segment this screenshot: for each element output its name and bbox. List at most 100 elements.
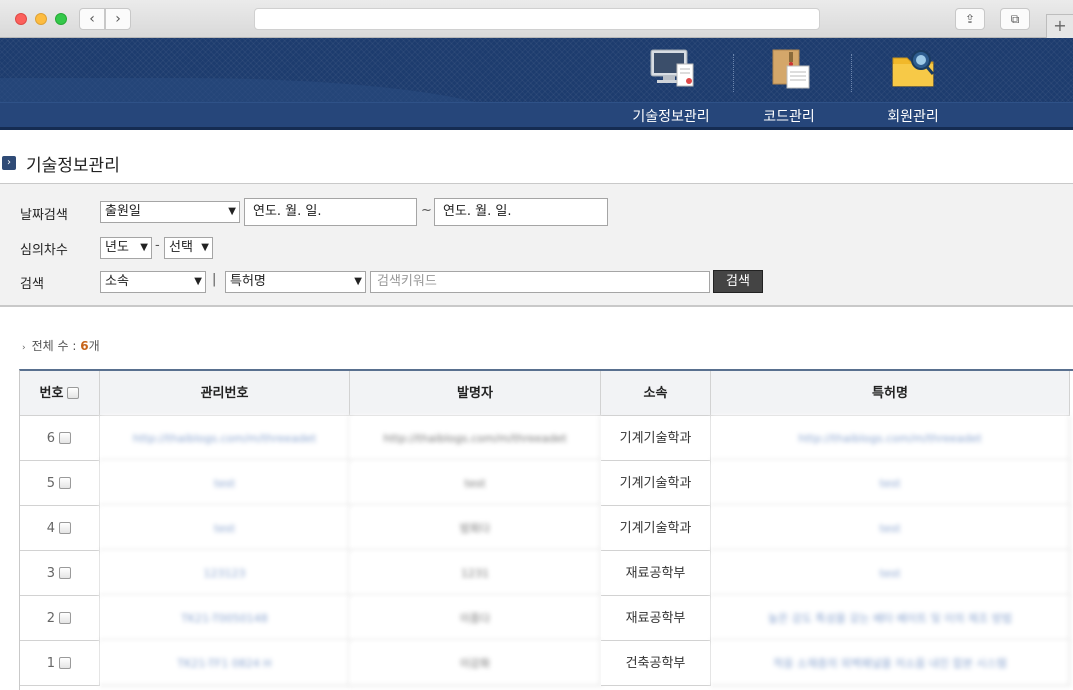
date-type-select[interactable]: 출원일 ▼ (100, 201, 240, 223)
plus-icon: + (1053, 16, 1067, 35)
tech-info-table: 번호 관리번호 발명자 소속 특허명 6 http://thaiblogs.co… (19, 369, 1073, 690)
department-cell: 재료공학부 (601, 596, 711, 641)
chevron-right-icon: › (2, 156, 16, 170)
chevron-left-icon: ‹ (89, 11, 95, 27)
back-button[interactable]: ‹ (79, 8, 105, 30)
column-header-patent-name: 특허명 (711, 371, 1070, 416)
close-window-button[interactable] (15, 13, 27, 25)
keyword-search-label: 검색 (20, 277, 44, 292)
search-field-select[interactable]: 특허명 ▼ (225, 271, 366, 293)
show-tabs-button[interactable]: ⧉ (1000, 8, 1030, 30)
minimize-window-button[interactable] (35, 13, 47, 25)
menu-label: 기술정보관리 (632, 109, 710, 125)
select-value: 특허명 (230, 274, 266, 289)
inventor-cell: 이강화 (350, 641, 601, 686)
keyword-input[interactable]: 검색키워드 (370, 271, 710, 293)
page-title: 기술정보관리 (26, 156, 120, 176)
select-value: 년도 (105, 240, 129, 255)
row-number: 6 (20, 416, 100, 461)
menu-item-code[interactable]: 코드관리 (729, 38, 849, 130)
select-value: 선택 (169, 240, 193, 255)
menu-item-members[interactable]: 회원관리 (853, 38, 973, 130)
field-separator: | (212, 272, 217, 287)
row-checkbox[interactable] (59, 476, 71, 489)
patent-name-link[interactable]: 적응 소재층의 외벽패널을 저소음 내진 합본 시스템 (711, 641, 1070, 686)
search-panel: 날짜검색 출원일 ▼ 연도. 월. 일. ~ 연도. 월. 일. 심의차수 년도… (0, 183, 1073, 307)
department-cell: 건축공학부 (601, 641, 711, 686)
column-header-department: 소속 (601, 371, 711, 416)
search-button[interactable]: 검색 (713, 270, 763, 293)
menu-label: 회원관리 (887, 109, 939, 125)
session-dash: - (155, 238, 160, 253)
row-checkbox[interactable] (59, 656, 71, 669)
monitor-document-icon (650, 49, 694, 87)
total-count-unit: 개 (88, 339, 100, 353)
chevron-down-icon: ▼ (354, 276, 362, 287)
chevron-down-icon: ▼ (228, 206, 236, 217)
department-select[interactable]: 소속 ▼ (100, 271, 206, 293)
patent-name-link[interactable]: test (711, 461, 1070, 506)
maximize-window-button[interactable] (55, 13, 67, 25)
row-checkbox[interactable] (59, 431, 71, 444)
total-count-label: 전체 수 : (31, 339, 81, 353)
row-number: 1 (20, 641, 100, 686)
inventor-cell: http://thaiblogs.com/m/threeadet (350, 416, 601, 461)
tabs-icon: ⧉ (1010, 12, 1020, 26)
session-select[interactable]: 선택 ▼ (164, 237, 213, 259)
mgmt-number-link[interactable]: TK21-T0050148 (100, 596, 350, 641)
mgmt-number-link[interactable]: 123123 (100, 551, 350, 596)
row-checkbox[interactable] (59, 521, 71, 534)
date-to-input[interactable]: 연도. 월. 일. (434, 198, 608, 226)
folder-search-icon (892, 50, 935, 87)
patent-name-link[interactable]: test (711, 551, 1070, 596)
row-number-value: 6 (46, 431, 55, 446)
patent-name-link[interactable]: http://thaiblogs.com/m/threeadet (711, 416, 1070, 461)
chevron-right-icon: › (115, 11, 121, 27)
chevron-down-icon: ▼ (201, 242, 209, 253)
menu-divider (851, 54, 852, 92)
row-number: 2 (20, 596, 100, 641)
mgmt-number-link[interactable]: test (100, 461, 350, 506)
session-label: 심의차수 (20, 243, 68, 258)
total-count: › 전체 수 : 6개 (22, 337, 100, 354)
date-search-label: 날짜검색 (20, 208, 68, 223)
folder-papers-icon (772, 49, 810, 89)
column-header-inventor: 발명자 (350, 371, 601, 416)
inventor-cell: 이종다 (350, 596, 601, 641)
patent-name-link[interactable]: 높은 강도 특성을 갖는 베타 베이트 및 이의 제조 방법 (711, 596, 1070, 641)
department-cell: 기계기술학과 (601, 506, 711, 551)
menu-label: 코드관리 (763, 109, 815, 125)
inventor-cell: 밤회다 (350, 506, 601, 551)
row-checkbox[interactable] (59, 611, 71, 624)
chevron-down-icon: ▼ (194, 276, 202, 287)
browser-toolbar: ‹ › ⇪ ⧉ + (0, 0, 1073, 38)
range-separator: ~ (421, 203, 432, 218)
chevron-down-icon: ▼ (140, 242, 148, 253)
patent-name-link[interactable]: test (711, 506, 1070, 551)
select-value: 출원일 (105, 204, 141, 219)
forward-button[interactable]: › (105, 8, 131, 30)
address-bar[interactable] (254, 8, 820, 30)
row-checkbox[interactable] (59, 566, 71, 579)
row-number: 4 (20, 506, 100, 551)
row-number-value: 3 (46, 566, 55, 581)
department-cell: 기계기술학과 (601, 416, 711, 461)
select-all-checkbox[interactable] (67, 386, 80, 399)
share-icon: ⇪ (964, 12, 976, 26)
row-number-value: 4 (46, 521, 55, 536)
row-number: 3 (20, 551, 100, 596)
row-number-value: 5 (46, 476, 55, 491)
menu-item-tech-info[interactable]: 기술정보관리 (611, 38, 731, 130)
column-header-number: 번호 (20, 371, 100, 416)
mgmt-number-link[interactable]: test (100, 506, 350, 551)
department-cell: 재료공학부 (601, 551, 711, 596)
column-header-label: 번호 (39, 386, 64, 401)
new-tab-button[interactable]: + (1046, 14, 1073, 38)
total-count-value: 6 (80, 339, 89, 353)
row-number-value: 2 (46, 611, 55, 626)
mgmt-number-link[interactable]: TK21-TF1 0824 H (100, 641, 350, 686)
year-select[interactable]: 년도 ▼ (100, 237, 152, 259)
date-from-input[interactable]: 연도. 월. 일. (244, 198, 417, 226)
mgmt-number-link[interactable]: http://thaiblogs.com/m/threeadet (100, 416, 350, 461)
share-button[interactable]: ⇪ (955, 8, 985, 30)
